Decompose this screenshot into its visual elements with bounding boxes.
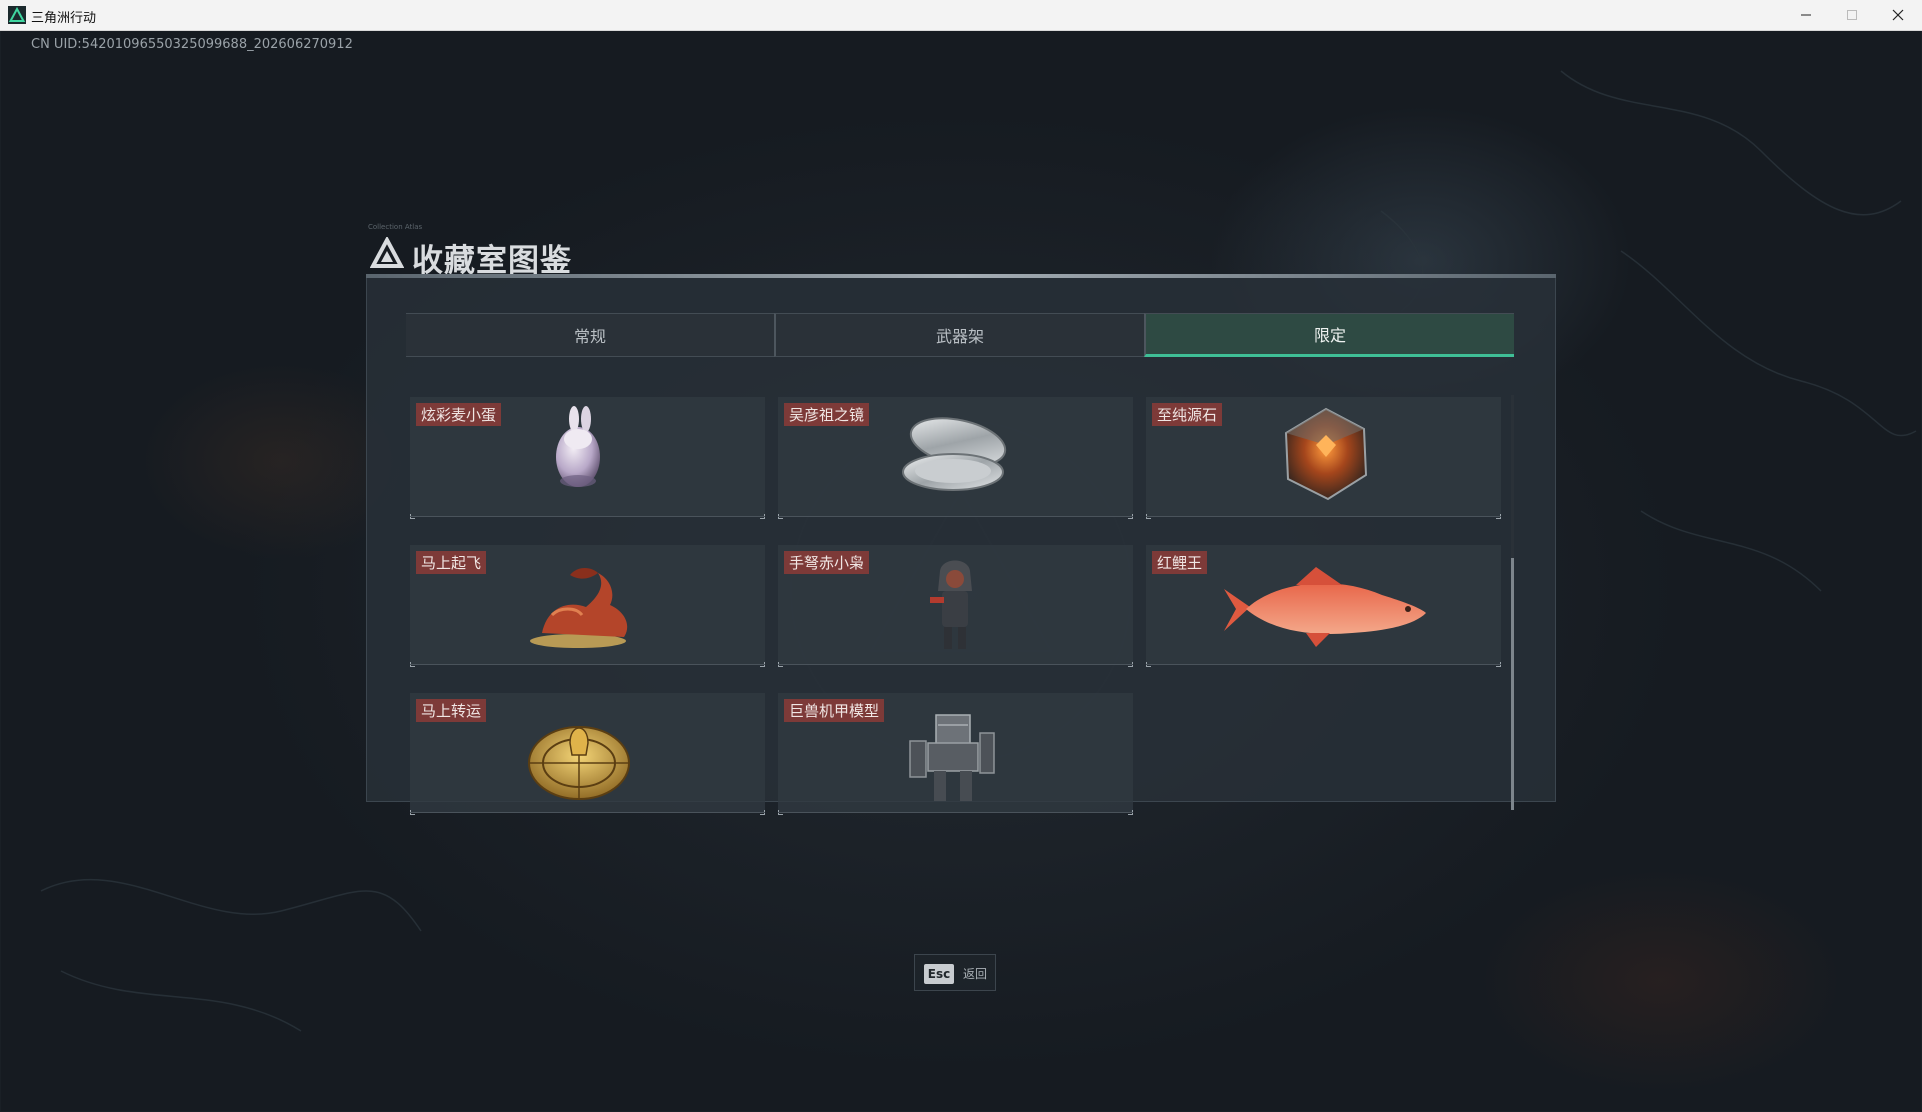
tab-label: 限定 (1313, 326, 1346, 345)
scrollbar-thumb[interactable] (1511, 558, 1514, 810)
item-card[interactable]: 手弩赤小枭 (778, 545, 1133, 667)
card-corner (760, 514, 765, 519)
maximize-button[interactable] (1829, 0, 1875, 30)
item-card[interactable]: 马上转运 (410, 693, 765, 815)
item-name: 吴彦祖之镜 (784, 403, 870, 426)
tab-label: 武器架 (935, 327, 984, 346)
card-corner (778, 810, 783, 815)
esc-key-badge: Esc (924, 964, 954, 984)
item-name: 红鲤王 (1152, 551, 1208, 574)
card-corner (1128, 810, 1133, 815)
card-corner (1128, 662, 1133, 667)
card-corner (410, 514, 415, 519)
window-titlebar: 三角洲行动 (0, 0, 1922, 31)
card-corner (778, 662, 783, 667)
tab-weapon-rack[interactable]: 武器架 (774, 313, 1144, 357)
back-label: 返回 (963, 967, 988, 981)
card-corner (1128, 514, 1133, 519)
title-deco-text: Collection Atlas (368, 223, 423, 231)
item-name: 马上转运 (416, 699, 487, 722)
close-button[interactable] (1875, 0, 1921, 30)
item-card[interactable]: 马上起飞 (410, 545, 765, 667)
tab-label: 常规 (573, 327, 606, 346)
panel-top-border (366, 274, 1556, 278)
card-corner (1496, 514, 1501, 519)
window-title: 三角洲行动 (31, 11, 97, 26)
maximize-icon (1847, 10, 1857, 20)
card-corner (760, 662, 765, 667)
item-name: 巨兽机甲模型 (784, 699, 885, 722)
item-card[interactable]: 巨兽机甲模型 (778, 693, 1133, 815)
tab-regular[interactable]: 常规 (406, 313, 774, 357)
card-corner (1146, 514, 1151, 519)
item-grid: 炫彩麦小蛋 吴彦祖之镜 至纯源石 马上起飞 手弩赤小枭 红鲤王 马上转运 巨兽机… (406, 362, 1514, 815)
card-corner (1496, 662, 1501, 667)
item-card[interactable]: 炫彩麦小蛋 (410, 397, 765, 519)
card-corner (410, 662, 415, 667)
item-card[interactable]: 红鲤王 (1146, 545, 1501, 667)
uid-text: CN UID:54201096550325099688_202606270912 (31, 37, 353, 52)
minimize-button[interactable] (1783, 0, 1829, 30)
card-corner (410, 810, 415, 815)
item-card[interactable]: 吴彦祖之镜 (778, 397, 1133, 519)
card-corner (760, 810, 765, 815)
item-card[interactable]: 至纯源石 (1146, 397, 1501, 519)
tab-limited[interactable]: 限定 (1144, 313, 1514, 357)
card-corner (778, 514, 783, 519)
back-button[interactable]: Esc 返回 (914, 954, 996, 991)
item-name: 至纯源石 (1152, 403, 1223, 426)
delta-triangle-logo-icon (370, 237, 404, 268)
item-name: 手弩赤小枭 (784, 551, 870, 574)
item-name: 炫彩麦小蛋 (416, 403, 502, 426)
item-name: 马上起飞 (416, 551, 487, 574)
app-logo-icon (8, 6, 26, 24)
category-tabs: 常规 武器架 限定 (406, 313, 1514, 357)
minimize-icon (1801, 14, 1811, 16)
close-icon (1892, 9, 1904, 21)
card-corner (1146, 662, 1151, 667)
